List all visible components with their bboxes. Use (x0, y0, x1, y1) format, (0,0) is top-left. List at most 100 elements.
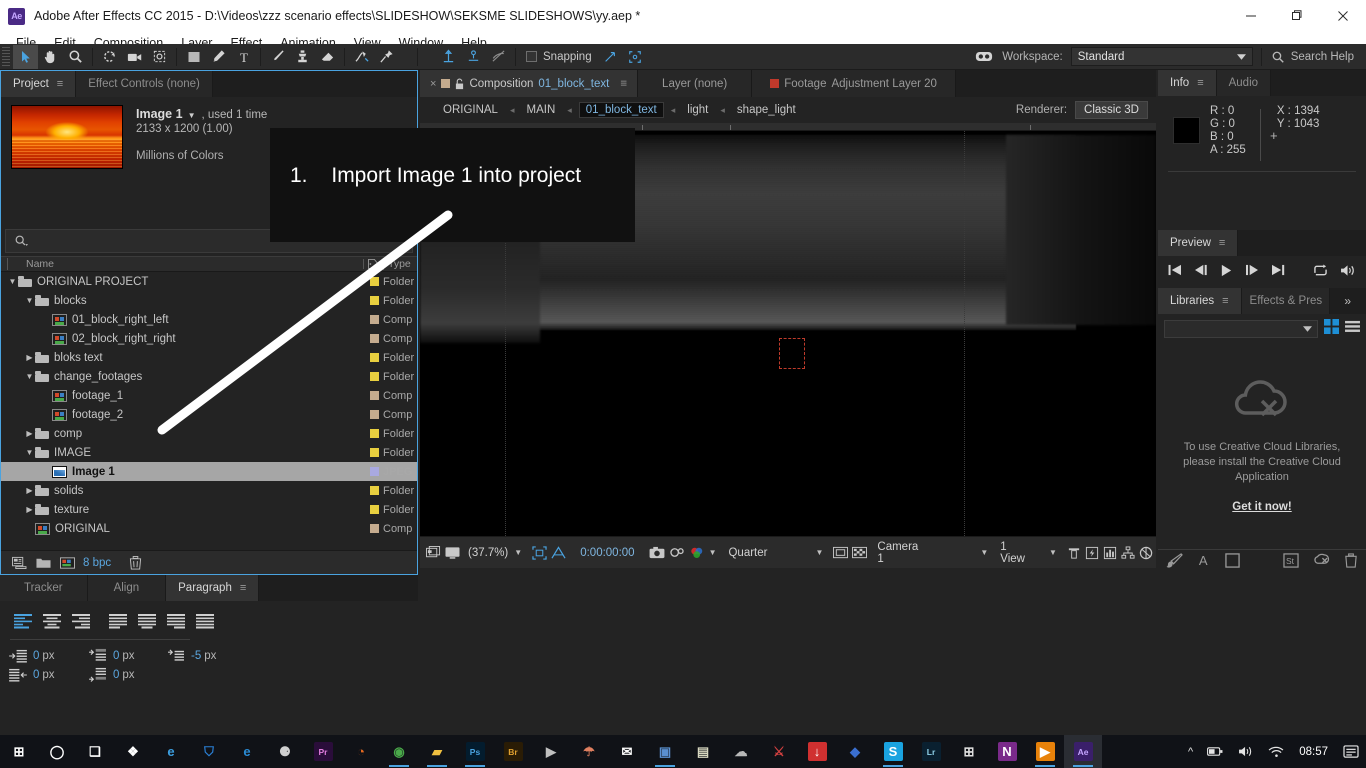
project-list-item[interactable]: footage_1 Comp (1, 386, 417, 405)
onedrive-icon[interactable]: ☁ (722, 735, 760, 768)
breadcrumb-original[interactable]: ORIGINAL (438, 102, 503, 118)
tab-footage[interactable]: Footage Adjustment Layer 20 (752, 70, 956, 97)
preview-dropdown-icon[interactable]: ▼ (188, 111, 196, 120)
library-select[interactable] (1164, 320, 1318, 338)
toolbar-grip[interactable] (2, 46, 10, 67)
tabs-overflow-icon[interactable]: » (1344, 294, 1351, 308)
notepad-icon[interactable]: ▤ (684, 735, 722, 768)
align-vertical-icon[interactable] (436, 45, 461, 69)
region-of-interest-icon[interactable] (532, 542, 547, 564)
camera-tool[interactable] (122, 45, 147, 69)
panel-menu-icon[interactable]: ≡ (620, 78, 627, 90)
internet-explorer-icon[interactable]: e (228, 735, 266, 768)
label-color-swatch[interactable] (370, 524, 379, 533)
snap-arrow-icon[interactable] (598, 45, 623, 69)
play-icon[interactable] (1220, 264, 1233, 277)
interpret-footage-button[interactable] (7, 553, 31, 573)
fast-previews-icon[interactable] (1085, 542, 1099, 564)
previous-frame-icon[interactable] (1194, 264, 1208, 276)
project-list-item[interactable]: ▼ blocks Folder (1, 291, 417, 310)
after-effects-icon[interactable]: Ae (1064, 735, 1102, 768)
project-list-item[interactable]: ▶ comp Folder (1, 424, 417, 443)
project-list-item[interactable]: footage_2 Comp (1, 405, 417, 424)
space-before-value[interactable]: 0 (113, 650, 119, 662)
photos-icon[interactable]: ▣ (646, 735, 684, 768)
project-list-item[interactable]: ▶ texture Folder (1, 500, 417, 519)
tab-effect-controls[interactable]: Effect Controls (none) (76, 71, 213, 97)
tab-info[interactable]: Info ≡ (1158, 70, 1217, 96)
bit-depth-label[interactable]: 8 bpc (83, 557, 111, 569)
skype-icon[interactable]: S (874, 735, 912, 768)
show-hidden-icons-icon[interactable]: ^ (1181, 746, 1200, 758)
roto-brush-tool[interactable] (349, 45, 374, 69)
eraser-tool[interactable] (315, 45, 340, 69)
tab-align[interactable]: Align (87, 575, 167, 601)
label-color-swatch[interactable] (370, 410, 379, 419)
view-count-value[interactable]: 1 View (1000, 541, 1025, 565)
renderer-value[interactable]: Classic 3D (1075, 101, 1148, 119)
pan-behind-tool[interactable] (147, 45, 172, 69)
next-frame-icon[interactable] (1245, 264, 1259, 276)
breadcrumb-main[interactable]: MAIN (522, 102, 561, 118)
project-list-item[interactable]: ▶ solids Folder (1, 481, 417, 500)
channel-dropdown-icon[interactable]: ▼ (709, 548, 717, 557)
firefox-icon[interactable]: ◔ (342, 735, 380, 768)
workspace-select[interactable]: Standard (1070, 47, 1253, 66)
project-list-item[interactable]: 01_block_right_left Comp (1, 310, 417, 329)
align-right-icon[interactable] (68, 611, 93, 631)
mail-icon[interactable]: ✉ (608, 735, 646, 768)
project-list-item[interactable]: ▼ IMAGE Folder (1, 443, 417, 462)
channel-selector-icon[interactable] (689, 542, 705, 564)
selected-layer-bounds[interactable] (779, 338, 805, 369)
space-after-field[interactable]: -5 px (166, 648, 236, 663)
store-icon[interactable]: ⊞ (950, 735, 988, 768)
bridge-icon[interactable]: Br (494, 735, 532, 768)
sync-off-icon[interactable] (1313, 553, 1330, 572)
breadcrumb-shape-light[interactable]: shape_light (732, 102, 801, 118)
task-view-button[interactable]: ❑ (76, 735, 114, 768)
mask-off-icon[interactable] (486, 45, 511, 69)
project-list-item[interactable]: ▼ change_footages Folder (1, 367, 417, 386)
last-frame-icon[interactable] (1271, 264, 1285, 276)
snapshot-icon[interactable] (649, 542, 665, 564)
search-help-icon[interactable] (1266, 45, 1291, 69)
notification-icon[interactable] (1336, 744, 1366, 759)
type-tool[interactable]: T (231, 45, 256, 69)
search-help-input[interactable]: Search Help (1291, 51, 1354, 63)
twirl-down-icon[interactable]: ▼ (24, 372, 35, 381)
magnification-dropdown-icon[interactable]: ▼ (514, 548, 522, 557)
region-crop-icon[interactable] (833, 542, 849, 564)
twirl-right-icon[interactable]: ▶ (24, 505, 35, 514)
justify-last-right-icon[interactable] (163, 611, 188, 631)
transparency-grid-icon[interactable] (551, 542, 566, 564)
label-color-swatch[interactable] (370, 448, 379, 457)
label-color-swatch[interactable] (370, 429, 379, 438)
panel-menu-icon[interactable]: ≡ (1197, 77, 1203, 89)
breadcrumb-current[interactable]: 01_block_text (578, 102, 664, 118)
label-color-swatch[interactable] (370, 467, 379, 476)
kodi-icon[interactable]: ◆ (836, 735, 874, 768)
cortana-button[interactable]: ◯ (38, 735, 76, 768)
label-color-swatch[interactable] (370, 315, 379, 324)
twirl-down-icon[interactable]: ▼ (7, 277, 18, 286)
reset-exposure-icon[interactable] (1139, 542, 1154, 564)
start-button[interactable]: ⊞ (0, 735, 38, 768)
justify-last-left-icon[interactable] (105, 611, 130, 631)
label-color-swatch[interactable] (370, 353, 379, 362)
lightroom-icon[interactable]: Lr (912, 735, 950, 768)
twirl-right-icon[interactable]: ▶ (24, 486, 35, 495)
photoshop-icon[interactable]: Ps (456, 735, 494, 768)
project-list-item[interactable]: Image 1 JPEG (1, 462, 417, 481)
label-color-swatch[interactable] (370, 334, 379, 343)
magnification-value[interactable]: (37.7%) (468, 547, 508, 559)
label-color-swatch[interactable] (370, 486, 379, 495)
project-list-item[interactable]: ▼ ORIGINAL PROJECT Folder (1, 272, 417, 291)
get-it-now-link[interactable]: Get it now! (1232, 501, 1291, 513)
show-snapshot-icon[interactable] (669, 542, 685, 564)
column-type[interactable]: Type (383, 258, 417, 270)
align-distribute-icon[interactable] (461, 45, 486, 69)
snap-bounds-icon[interactable] (623, 45, 648, 69)
first-frame-icon[interactable] (1168, 264, 1182, 276)
hand-tool[interactable] (38, 45, 63, 69)
panel-menu-icon[interactable]: ≡ (57, 78, 63, 90)
